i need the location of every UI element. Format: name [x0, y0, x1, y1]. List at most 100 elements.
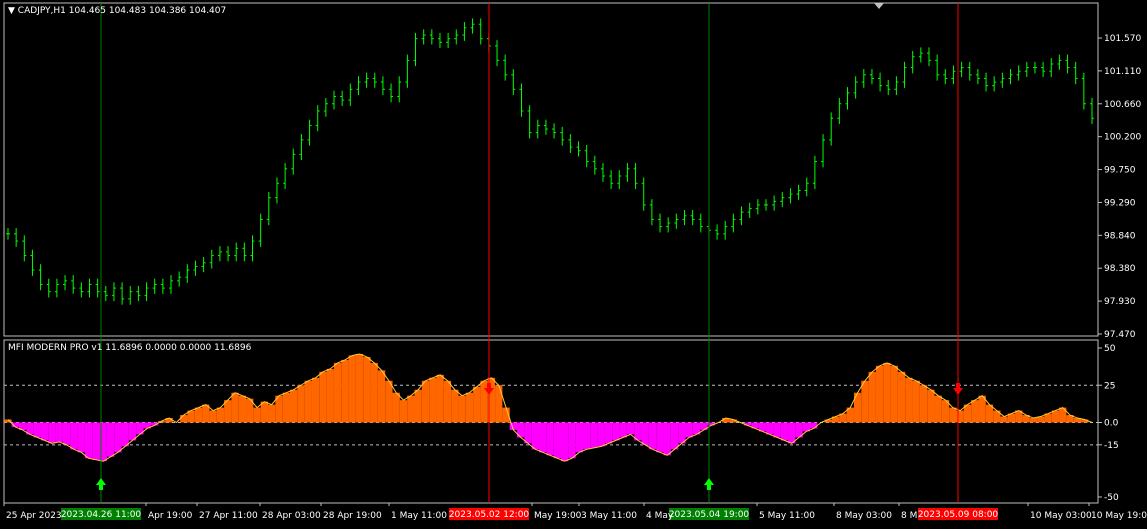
mfi-histogram-bar	[363, 356, 371, 423]
mfi-histogram-bar	[458, 395, 466, 423]
time-axis-label: 28 Apr 03:00	[262, 511, 321, 521]
mfi-histogram-bar	[678, 422, 686, 444]
mfi-histogram-bar	[421, 380, 430, 423]
mfi-histogram-bar	[897, 371, 906, 423]
mfi-histogram-bar	[399, 400, 408, 423]
mfi-histogram-bar	[1051, 410, 1060, 423]
signal-time-label: 2023.05.09 08:00	[918, 510, 999, 520]
mfi-histogram-bar	[282, 392, 290, 423]
mfi-histogram-bar	[443, 380, 452, 423]
price-axis-label: 98.840	[1104, 231, 1136, 241]
mfi-histogram-bar	[62, 422, 71, 445]
mfi-histogram-bar	[48, 422, 56, 444]
symbol-timeframe: CADJPY,H1	[17, 6, 66, 16]
mfi-histogram-bar	[114, 422, 122, 453]
mfi-histogram-bar	[780, 422, 789, 441]
mfi-histogram-bar	[648, 422, 657, 450]
price-axis-label: 98.380	[1104, 264, 1136, 274]
price-axis-label: 99.750	[1104, 166, 1136, 176]
mfi-histogram-bar	[626, 422, 635, 435]
mfi-histogram-bar	[546, 422, 554, 456]
mfi-histogram-bar	[685, 422, 693, 438]
buy-arrow-icon	[704, 478, 714, 490]
signal-time-label: 2023.05.02 12:00	[449, 510, 530, 520]
mfi-histogram-bar	[392, 392, 400, 423]
mfi-histogram-bar	[480, 380, 488, 423]
chart-canvas[interactable]: 101.570 101.110 100.660 100.200 99.750 99.290…	[0, 0, 1147, 529]
signal-time-label: 2023.04.26 11:00	[61, 510, 142, 520]
mfi-histogram-bar	[663, 422, 671, 456]
time-axis-label: 8 May 03:00	[836, 511, 892, 521]
mfi-histogram-bar	[619, 422, 627, 438]
mfi-histogram-bar	[121, 422, 129, 447]
mfi-histogram-bar	[355, 353, 364, 423]
mfi-histogram-bar	[333, 362, 342, 423]
mfi-histogram-bar	[912, 380, 920, 423]
time-axis-label: 10 May 19:00	[1091, 511, 1147, 521]
mfi-histogram-bar	[553, 422, 561, 459]
mfi-histogram-bar	[656, 422, 664, 453]
mfi-histogram-bar	[568, 422, 576, 459]
mfi-histogram-bar	[773, 422, 781, 438]
mfi-histogram-bar	[766, 422, 774, 435]
mfi-histogram-bar	[612, 422, 620, 441]
indicator-axis-label: -15	[1104, 441, 1119, 451]
mfi-histogram-bar	[224, 400, 232, 423]
mfi-histogram-bar	[194, 407, 203, 423]
mfi-histogram-bar	[978, 395, 986, 423]
mfi-histogram-bar	[524, 422, 532, 444]
mfi-histogram-bar	[341, 359, 349, 423]
mfi-histogram-bar	[106, 422, 115, 457]
mfi-histogram-bar	[941, 400, 950, 423]
mfi-histogram-bar	[905, 377, 913, 423]
indicator-axis-label: 0.0	[1104, 419, 1119, 429]
mfi-histogram-bar	[451, 389, 459, 423]
mfi-histogram-bar	[92, 422, 100, 460]
time-axis-label: 28 Apr 19:00	[323, 511, 382, 521]
time-axis-label: 5 May 11:00	[759, 511, 815, 521]
mfi-histogram-bar	[436, 374, 444, 423]
mfi-histogram-bar	[326, 368, 334, 423]
mfi-histogram-bar	[377, 370, 386, 423]
mfi-histogram-bar	[304, 380, 312, 423]
mfi-histogram-bar	[77, 422, 85, 453]
mfi-histogram-bar	[429, 377, 437, 423]
mfi-histogram-bar	[1000, 416, 1008, 423]
mfi-histogram-bar	[597, 422, 605, 447]
mfi-histogram-bar	[465, 392, 474, 423]
mfi-histogram-bar	[40, 422, 49, 441]
mfi-histogram-bar	[253, 407, 261, 423]
time-axis-label: 4 May	[646, 511, 674, 521]
mfi-histogram-bar	[385, 380, 393, 423]
time-axis-label: 10 May 03:00	[1030, 511, 1092, 521]
mfi-histogram-bar	[268, 404, 276, 423]
mfi-histogram-bar	[289, 389, 298, 423]
mfi-histogram-bar	[883, 362, 891, 423]
indicator-axis-label: -50	[1104, 493, 1119, 503]
price-axis-label: 101.110	[1104, 67, 1141, 77]
time-axis-label: 8 M	[901, 511, 917, 521]
mfi-histogram-bar	[810, 422, 818, 429]
mfi-histogram-bar	[260, 401, 269, 423]
mfi-histogram-bar	[582, 422, 591, 450]
time-axis-label: May 19:00	[534, 511, 582, 521]
price-pane-frame	[3, 2, 1099, 337]
mfi-histogram-bar	[604, 422, 613, 444]
signal-time-label: 2023.05.04 19:00	[669, 510, 750, 520]
mfi-histogram-bar	[180, 415, 188, 423]
mfi-histogram-bar	[949, 407, 957, 423]
mfi-histogram-bar	[927, 389, 935, 423]
mfi-histogram-bar	[641, 422, 649, 445]
window-title-bar: ▼ CADJPY,H1 104.465 104.483 104.386 104.…	[8, 6, 226, 16]
ohlc-values: 104.465 104.483 104.386 104.407	[68, 6, 227, 16]
mfi-histogram-bar	[890, 365, 898, 423]
mfi-histogram-bar	[590, 422, 598, 448]
time-axis-label: 1 May 11:00	[391, 511, 447, 521]
mfi-histogram-bar	[971, 400, 979, 423]
chart-menu-triangle-icon[interactable]: ▼	[8, 6, 15, 16]
mfi-histogram-bar	[868, 371, 876, 423]
buy-arrow-icon	[96, 478, 106, 490]
mfi-histogram-bar	[934, 395, 942, 423]
mfi-histogram-bar	[414, 389, 422, 423]
indicator-axis-label: 25	[1104, 381, 1115, 391]
